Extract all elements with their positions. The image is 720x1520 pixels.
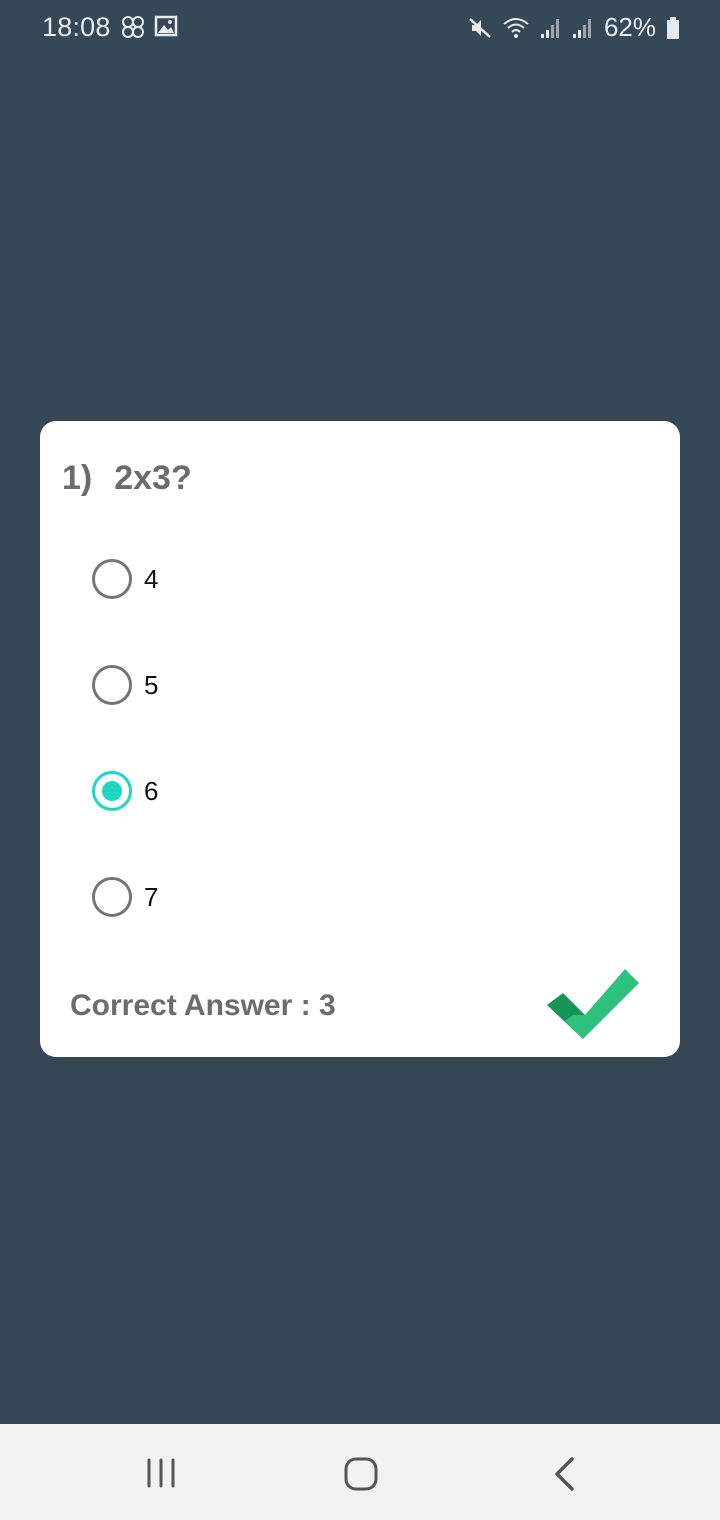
option-7[interactable]: 7: [92, 875, 158, 919]
radio-button[interactable]: [92, 559, 132, 599]
radio-button[interactable]: [92, 665, 132, 705]
battery-icon: [667, 16, 679, 39]
signal-icon: [572, 18, 591, 38]
option-6[interactable]: 6: [92, 769, 158, 813]
quiz-card: 1) 2x3? 4 5 6 7 Correct Answer : 3: [40, 421, 680, 1057]
question-number: 1): [62, 459, 93, 497]
correct-answer-label: Correct Answer : 3: [70, 989, 336, 1022]
navigation-bar: [0, 1424, 720, 1520]
status-bar: 18:08 62%: [0, 0, 720, 56]
question: 1) 2x3?: [62, 459, 192, 498]
recent-apps-icon[interactable]: [144, 1456, 178, 1490]
checkmark-icon: [547, 969, 639, 1039]
option-label: 5: [144, 669, 159, 700]
question-text: 2x3?: [114, 459, 192, 497]
radio-button-selected[interactable]: [92, 771, 132, 811]
option-5[interactable]: 5: [92, 663, 158, 707]
signal-icon: [540, 18, 559, 38]
gallery-icon: [154, 15, 178, 37]
mute-icon: [469, 17, 491, 38]
home-icon[interactable]: [343, 1456, 379, 1492]
option-label: 7: [144, 881, 159, 912]
wifi-icon: [503, 17, 529, 38]
battery-percent: 62%: [603, 12, 656, 42]
back-icon[interactable]: [550, 1456, 578, 1492]
option-label: 6: [144, 775, 159, 806]
option-label: 4: [144, 563, 159, 594]
radio-button[interactable]: [92, 877, 132, 917]
status-time: 18:08: [42, 12, 111, 42]
flower-icon: [122, 16, 144, 38]
option-4[interactable]: 4: [92, 557, 158, 601]
